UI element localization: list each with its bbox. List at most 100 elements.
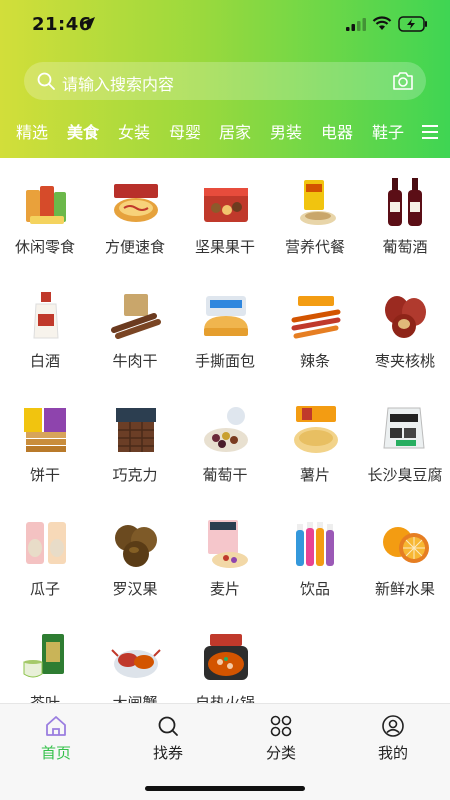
category-label: 新鲜水果	[374, 580, 435, 598]
category-item[interactable]: 麦片	[180, 500, 270, 610]
bread-icon	[204, 296, 248, 336]
category-item[interactable]: 营养代餐	[270, 158, 360, 268]
hairy-crab-icon	[111, 649, 161, 678]
category-item[interactable]: 手撕面包	[180, 272, 270, 382]
drink-bottles-icon	[296, 522, 334, 566]
instant-noodles-icon	[114, 184, 158, 222]
category-label: 坚果果干	[194, 238, 255, 256]
header: 21:46 请输入搜索内容 精选 美食 女装 母婴 居家 男装 电器 鞋子	[0, 0, 450, 158]
category-item[interactable]: 葡萄酒	[360, 158, 450, 268]
menu-icon[interactable]	[422, 124, 438, 140]
self-heating-hotpot-icon	[204, 634, 248, 680]
category-item[interactable]: 白酒	[0, 272, 90, 382]
category-label: 麦片	[209, 580, 240, 598]
category-item[interactable]: 巧克力	[90, 386, 180, 496]
nav-coupons[interactable]: 找券	[133, 710, 203, 764]
home-icon	[46, 716, 66, 736]
category-item[interactable]: 自热火锅	[180, 614, 270, 706]
category-label: 白酒	[29, 352, 60, 370]
snack-pack-icon	[26, 186, 66, 224]
tab-electronics[interactable]: 电器	[321, 120, 353, 146]
category-item[interactable]: 休闲零食	[0, 158, 90, 268]
tab-featured[interactable]: 精选	[16, 120, 48, 146]
category-item[interactable]: 新鲜水果	[360, 500, 450, 610]
status-bar: 21:46	[0, 0, 450, 50]
category-label: 牛肉干	[112, 352, 158, 370]
oatmeal-icon	[208, 520, 248, 568]
jujube-walnut-icon	[385, 296, 426, 338]
beef-jerky-icon	[111, 294, 161, 339]
category-label: 薯片	[299, 466, 330, 484]
nav-coupons-label: 找券	[152, 744, 183, 762]
category-label: 巧克力	[112, 466, 158, 484]
tab-shoes[interactable]: 鞋子	[372, 120, 404, 146]
category-tabs: 精选 美食 女装 母婴 居家 男装 电器 鞋子	[0, 120, 410, 148]
category-item[interactable]: 方便速食	[90, 158, 180, 268]
battery-charging-icon	[398, 16, 427, 32]
category-label: 葡萄酒	[382, 238, 428, 256]
grid-icon	[270, 715, 292, 737]
tab-mens[interactable]: 男装	[270, 120, 302, 146]
category-item[interactable]: 茶叶	[0, 614, 90, 706]
category-item[interactable]: 坚果果干	[180, 158, 270, 268]
orange-icon	[383, 527, 429, 563]
nav-home-label: 首页	[40, 744, 71, 762]
wine-bottles-icon	[388, 178, 422, 226]
chips-icon	[294, 406, 338, 453]
stinky-tofu-icon	[383, 407, 425, 449]
category-item[interactable]: 长沙臭豆腐	[360, 386, 450, 496]
category-item[interactable]: 葡萄干	[180, 386, 270, 496]
category-item[interactable]: 罗汉果	[90, 500, 180, 610]
category-item[interactable]: 辣条	[270, 272, 360, 382]
search-placeholder: 请输入搜索内容	[62, 75, 175, 94]
category-item[interactable]: 牛肉干	[90, 272, 180, 382]
category-label: 枣夹核桃	[374, 352, 435, 370]
category-grid: 休闲零食 方便速食 坚果果干 营养代餐 葡萄酒 白酒 牛肉干 手撕面包 辣条 枣…	[0, 158, 450, 706]
biscuits-icon	[24, 408, 66, 452]
search-icon	[158, 716, 178, 736]
category-label: 饮品	[299, 580, 330, 598]
category-label: 营养代餐	[284, 238, 345, 256]
nav-categories[interactable]: 分类	[246, 710, 316, 764]
cellular-signal-icon	[346, 18, 366, 31]
raisins-icon	[204, 407, 248, 452]
category-label: 瓜子	[29, 580, 60, 598]
category-item[interactable]: 大闸蟹	[90, 614, 180, 706]
category-label: 饼干	[29, 466, 60, 484]
search-bar[interactable]: 请输入搜索内容	[24, 62, 426, 100]
category-label: 休闲零食	[14, 238, 75, 256]
seeds-icon	[26, 522, 66, 564]
category-label: 罗汉果	[112, 580, 158, 598]
tab-womens[interactable]: 女装	[118, 120, 150, 146]
chocolate-icon	[116, 408, 156, 452]
home-indicator	[145, 786, 305, 791]
tab-baby[interactable]: 母婴	[169, 120, 201, 146]
nav-profile-label: 我的	[377, 744, 408, 762]
category-label: 方便速食	[104, 238, 165, 256]
tab-food[interactable]: 美食	[67, 120, 99, 146]
meal-replacement-icon	[300, 180, 336, 225]
baijiu-bottle-icon	[33, 292, 59, 339]
category-label: 辣条	[299, 352, 330, 370]
category-label: 葡萄干	[202, 466, 248, 484]
category-item[interactable]: 瓜子	[0, 500, 90, 610]
location-arrow-icon	[83, 17, 95, 29]
tab-home[interactable]: 居家	[219, 120, 251, 146]
app-screen: 21:46 请输入搜索内容 精选 美食 女装 母婴 居家 男装 电器 鞋子 休闲…	[0, 0, 450, 800]
nav-profile[interactable]: 我的	[358, 710, 428, 764]
nav-home[interactable]: 首页	[21, 710, 91, 764]
category-item[interactable]: 枣夹核桃	[360, 272, 450, 382]
nuts-gift-box-icon	[204, 188, 248, 222]
monk-fruit-icon	[115, 525, 157, 567]
user-icon	[382, 715, 404, 737]
category-item[interactable]: 薯片	[270, 386, 360, 496]
spicy-strips-icon	[291, 296, 341, 339]
search-icon	[37, 72, 55, 90]
category-label: 长沙臭豆腐	[367, 466, 443, 484]
wifi-icon	[372, 16, 392, 30]
category-item[interactable]: 饮品	[270, 500, 360, 610]
camera-icon[interactable]	[392, 71, 414, 91]
category-label: 手撕面包	[194, 352, 255, 370]
category-item[interactable]: 饼干	[0, 386, 90, 496]
tea-icon	[23, 634, 64, 678]
